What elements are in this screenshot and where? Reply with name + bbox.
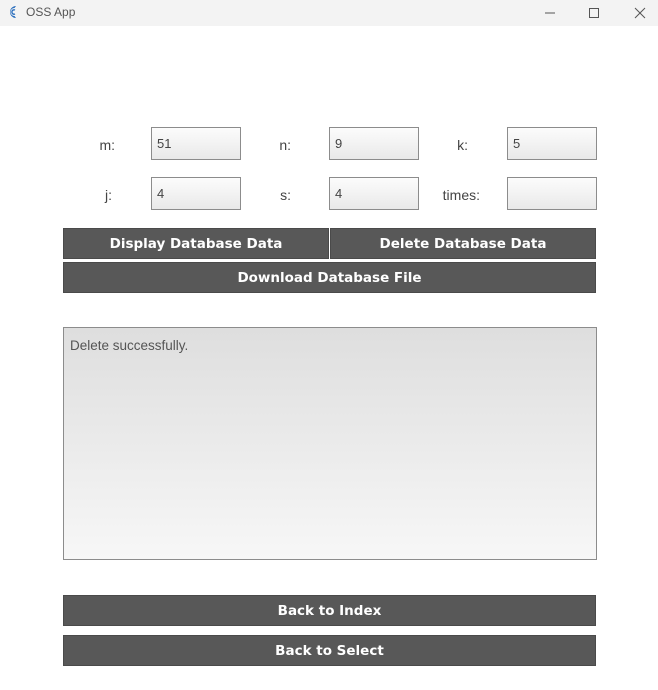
output-textarea[interactable]: Delete successfully. (63, 327, 597, 560)
s-label: s: (280, 187, 291, 203)
window-title: OSS App (26, 5, 76, 19)
k-input[interactable] (507, 127, 597, 160)
m-label: m: (99, 137, 115, 153)
title-bar: OSS App (0, 0, 658, 26)
m-input[interactable] (151, 127, 241, 160)
minimize-icon (545, 12, 555, 14)
s-input[interactable] (329, 177, 419, 210)
times-input[interactable] (507, 177, 597, 210)
times-label: times: (442, 187, 480, 203)
j-label: j: (105, 187, 112, 203)
j-input[interactable] (151, 177, 241, 210)
close-icon (634, 7, 646, 19)
maximize-button[interactable] (571, 0, 617, 26)
k-label: k: (457, 137, 468, 153)
app-logo-icon (10, 6, 16, 18)
minimize-button[interactable] (527, 0, 573, 26)
output-message: Delete successfully. (70, 338, 189, 353)
download-database-button[interactable]: Download Database File (63, 262, 596, 293)
n-label: n: (279, 137, 291, 153)
delete-database-button[interactable]: Delete Database Data (330, 228, 596, 259)
maximize-icon (589, 8, 599, 18)
back-to-select-button[interactable]: Back to Select (63, 635, 596, 666)
close-button[interactable] (617, 0, 658, 26)
back-to-index-button[interactable]: Back to Index (63, 595, 596, 626)
n-input[interactable] (329, 127, 419, 160)
display-database-button[interactable]: Display Database Data (63, 228, 329, 259)
